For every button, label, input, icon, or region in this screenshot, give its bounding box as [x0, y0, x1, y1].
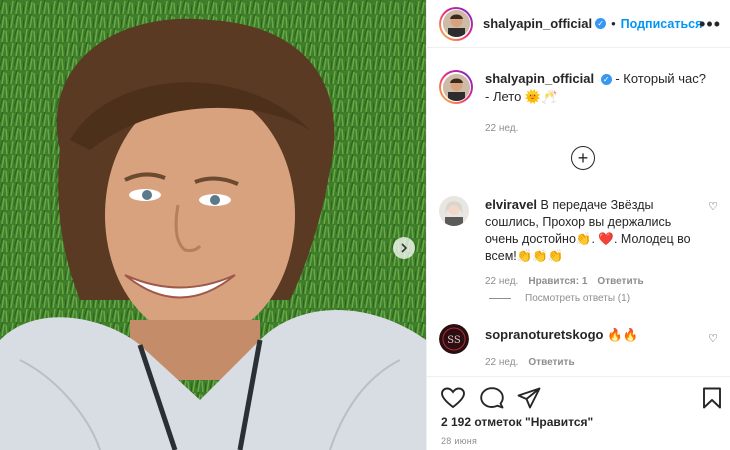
- post-side-panel: shalyapin_official ✓ • Подписаться ••• s…: [426, 0, 730, 450]
- instagram-post: shalyapin_official ✓ • Подписаться ••• s…: [0, 0, 730, 450]
- comment-username[interactable]: elviravel: [485, 197, 537, 212]
- view-replies-button[interactable]: Посмотреть ответы (1): [489, 293, 630, 304]
- commenter-avatar[interactable]: SS: [439, 324, 469, 354]
- comment-item: SS sopranoturetskogo 🔥🔥 22 нед. Ответить: [439, 324, 724, 371]
- view-replies-label: Посмотреть ответы (1): [525, 293, 631, 304]
- comment-like-heart-icon[interactable]: ♡: [708, 332, 718, 345]
- comment-username[interactable]: sopranoturetskogo: [485, 327, 603, 342]
- caption-username[interactable]: shalyapin_official: [485, 71, 594, 86]
- replies-divider: [489, 298, 511, 299]
- caption-line-1: - Который час?: [615, 71, 707, 86]
- bookmark-icon[interactable]: [702, 387, 722, 409]
- post-caption: shalyapin_official ✓ - Который час? - Ле…: [439, 70, 724, 138]
- caption-time[interactable]: 22 нед.: [485, 120, 706, 138]
- chevron-right-icon: [401, 243, 408, 253]
- reply-button[interactable]: Ответить: [528, 354, 574, 371]
- author-avatar[interactable]: [439, 6, 473, 41]
- verified-icon: ✓: [595, 18, 607, 29]
- heart-icon[interactable]: [441, 387, 465, 409]
- soprano-logo-lettering: SS: [447, 335, 461, 346]
- comment-time[interactable]: 22 нед.: [485, 354, 518, 371]
- post-photo: [0, 0, 426, 450]
- plus-circle-icon[interactable]: +: [571, 146, 595, 170]
- post-date[interactable]: 28 июня: [441, 436, 477, 446]
- selfie-image: [0, 0, 426, 450]
- follow-button[interactable]: Подписаться: [621, 17, 703, 31]
- separator-dot: •: [611, 16, 616, 31]
- caption-avatar[interactable]: [439, 70, 473, 104]
- reply-button[interactable]: Ответить: [597, 273, 643, 290]
- likes-count[interactable]: 2 192 отметок "Нравится": [441, 415, 593, 429]
- header-username[interactable]: shalyapin_official: [483, 16, 592, 31]
- next-image-button[interactable]: [393, 237, 415, 259]
- caption-line-2: - Лето 🌞🥂: [485, 89, 558, 104]
- commenter-avatar[interactable]: [439, 196, 469, 226]
- comment-like-heart-icon[interactable]: ♡: [708, 200, 718, 213]
- verified-icon: ✓: [600, 74, 612, 86]
- more-icon[interactable]: •••: [699, 14, 721, 35]
- comment-time[interactable]: 22 нед.: [485, 273, 518, 290]
- comment-likes[interactable]: Нравится: 1: [528, 273, 587, 290]
- comment-icon[interactable]: [480, 387, 504, 409]
- share-icon[interactable]: [517, 387, 541, 409]
- comment-item: elviravel В передаче Звёзды сошлись, Про…: [439, 196, 724, 290]
- caption-body: shalyapin_official ✓ - Который час? - Ле…: [485, 70, 706, 138]
- action-bar: [427, 376, 730, 416]
- post-header: shalyapin_official ✓ • Подписаться •••: [427, 0, 730, 48]
- comment-text: 🔥🔥: [606, 328, 639, 342]
